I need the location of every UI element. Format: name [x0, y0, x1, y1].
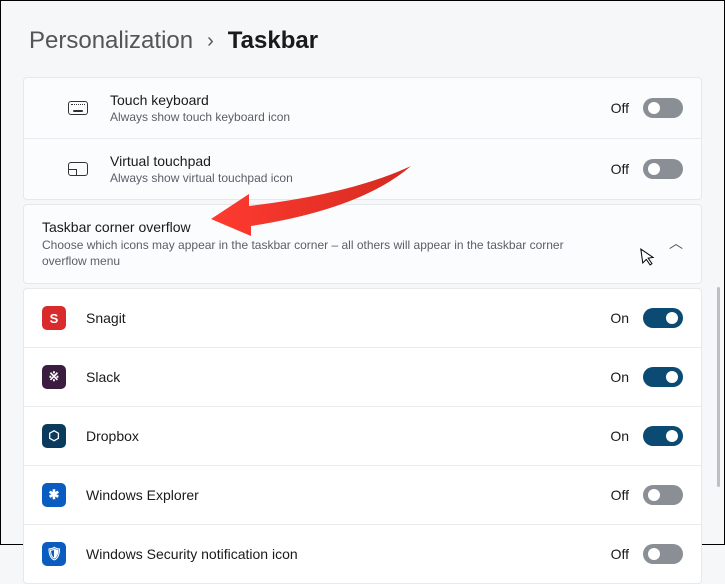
slack-icon: ※ — [42, 365, 66, 389]
overflow-items-card: S Snagit On ※ Slack On ⬡ Dropbox — [23, 288, 702, 584]
breadcrumb-current: Taskbar — [228, 27, 318, 55]
chevron-right-icon: › — [207, 30, 214, 53]
virtual-touchpad-row: Virtual touchpad Always show virtual tou… — [24, 139, 701, 199]
app-name: Dropbox — [86, 428, 139, 444]
overflow-row-explorer: ✱ Windows Explorer Off — [24, 466, 701, 525]
slack-toggle[interactable] — [643, 367, 683, 387]
snagit-toggle[interactable] — [643, 308, 683, 328]
overflow-row-security: 🛡 Windows Security notification icon Off — [24, 525, 701, 583]
breadcrumb: Personalization › Taskbar — [29, 27, 702, 55]
snagit-icon: S — [42, 306, 66, 330]
overflow-row-slack: ※ Slack On — [24, 348, 701, 407]
overflow-row-dropbox: ⬡ Dropbox On — [24, 407, 701, 466]
section-title: Taskbar corner overflow — [42, 219, 582, 235]
overflow-section-header-card[interactable]: Taskbar corner overflow Choose which ico… — [23, 204, 702, 284]
keyboard-icon — [66, 96, 90, 120]
app-name: Slack — [86, 369, 120, 385]
app-name: Windows Explorer — [86, 487, 199, 503]
toggle-state-label: Off — [611, 487, 629, 503]
row-subtitle: Always show virtual touchpad icon — [110, 171, 293, 185]
toggle-state-label: On — [610, 310, 629, 326]
scrollbar[interactable] — [717, 287, 720, 487]
corner-icons-card: Touch keyboard Always show touch keyboar… — [23, 77, 702, 200]
virtual-touchpad-toggle[interactable] — [643, 159, 683, 179]
touchpad-icon — [66, 157, 90, 181]
section-subtitle: Choose which icons may appear in the tas… — [42, 237, 582, 269]
row-title: Virtual touchpad — [110, 153, 293, 169]
row-title: Touch keyboard — [110, 92, 290, 108]
dropbox-icon: ⬡ — [42, 424, 66, 448]
row-subtitle: Always show touch keyboard icon — [110, 110, 290, 124]
toggle-state-label: On — [610, 428, 629, 444]
overflow-row-snagit: S Snagit On — [24, 289, 701, 348]
bluetooth-icon: ✱ — [42, 483, 66, 507]
touch-keyboard-toggle[interactable] — [643, 98, 683, 118]
toggle-state-label: Off — [611, 100, 629, 116]
app-name: Snagit — [86, 310, 126, 326]
security-toggle[interactable] — [643, 544, 683, 564]
dropbox-toggle[interactable] — [643, 426, 683, 446]
touch-keyboard-row: Touch keyboard Always show touch keyboar… — [24, 78, 701, 139]
breadcrumb-parent[interactable]: Personalization — [29, 27, 193, 55]
explorer-toggle[interactable] — [643, 485, 683, 505]
toggle-state-label: Off — [611, 546, 629, 562]
chevron-up-icon[interactable]: ︿ — [669, 219, 683, 253]
app-name: Windows Security notification icon — [86, 546, 298, 562]
shield-icon: 🛡 — [42, 542, 66, 566]
toggle-state-label: On — [610, 369, 629, 385]
toggle-state-label: Off — [611, 161, 629, 177]
